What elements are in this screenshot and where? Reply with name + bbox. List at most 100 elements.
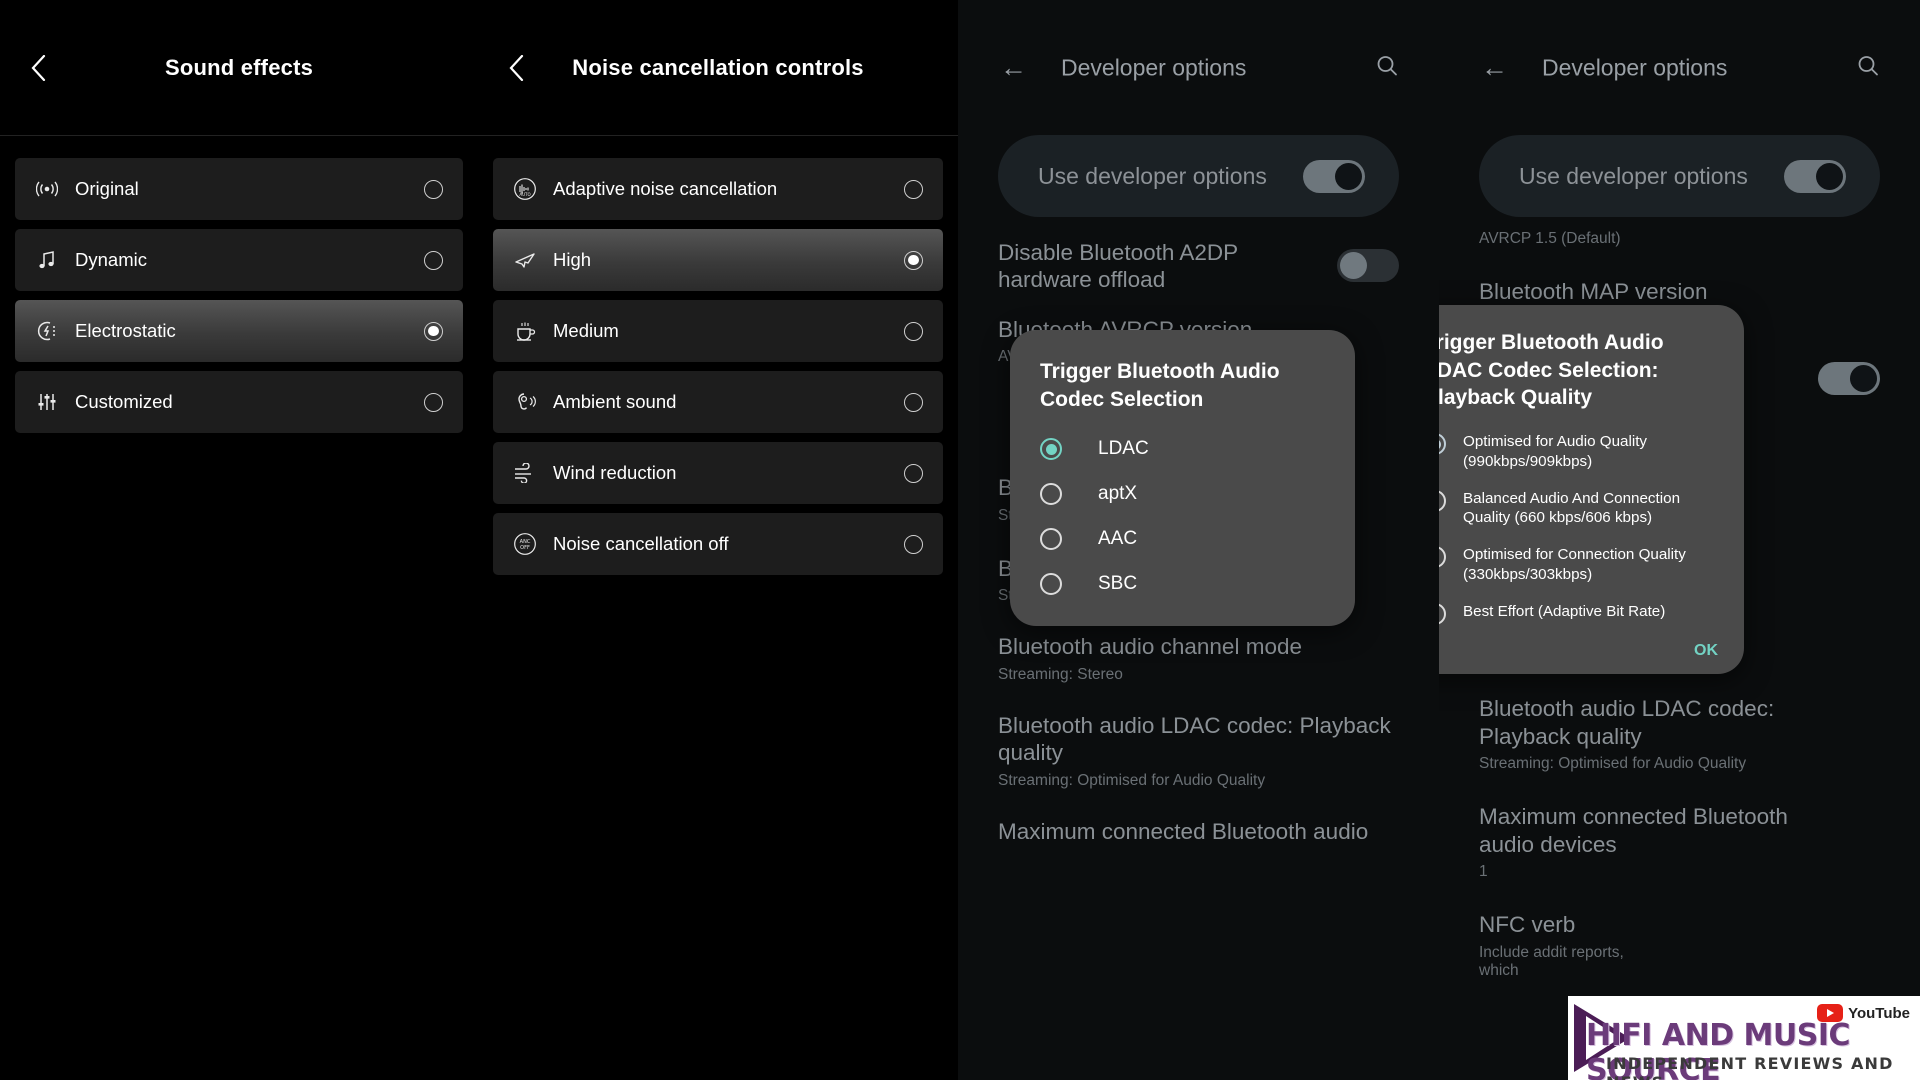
arrow-left-icon[interactable]: ← — [1000, 54, 1027, 81]
dialog-option[interactable]: AAC — [1040, 527, 1325, 552]
back-chevron-icon[interactable] — [496, 48, 536, 88]
list-item[interactable]: Ambient sound — [493, 371, 943, 433]
list-item-subtitle: Streaming: Optimised for Audio Quality — [1479, 755, 1747, 773]
list-item-title: Maximum connected Bluetooth audio — [998, 818, 1369, 844]
use-developer-options-toggle[interactable]: Use developer options — [998, 135, 1399, 217]
dialog-option-label: LDAC — [1098, 438, 1149, 460]
toggle-switch[interactable] — [1784, 159, 1846, 193]
back-chevron-icon[interactable] — [18, 48, 58, 88]
toggle-label: Use developer options — [1519, 162, 1748, 189]
radio-button[interactable] — [904, 250, 923, 270]
radio-button[interactable] — [904, 321, 923, 341]
list-item[interactable]: Bluetooth audio LDAC codec: Playback qua… — [998, 684, 1439, 790]
list-item-title: Maximum connected Bluetooth audio device… — [1479, 804, 1788, 857]
dialog-option-label: SBC — [1098, 572, 1138, 594]
anc-auto-icon: AUTO — [511, 177, 539, 201]
list-item[interactable]: Disable Bluetooth A2DP hardware offload — [998, 217, 1439, 294]
list-item[interactable]: AUTO Adaptive noise cancellation — [493, 158, 943, 220]
svg-text:OFF: OFF — [520, 545, 530, 551]
radio-button[interactable] — [424, 250, 443, 270]
radio-button[interactable] — [1040, 483, 1062, 506]
list-item-label: Medium — [553, 320, 619, 341]
noise-cancellation-list: AUTO Adaptive noise cancellation High Me… — [478, 136, 958, 575]
list-item[interactable]: Maximum connected Bluetooth audio — [998, 790, 1439, 845]
radio-button[interactable] — [1439, 546, 1446, 569]
coffee-cup-icon — [511, 320, 539, 342]
search-icon[interactable] — [1856, 53, 1880, 82]
dialog-option[interactable]: Best Effort (Adaptive Bit Rate) — [1439, 602, 1718, 625]
list-item-title: Bluetooth audio LDAC codec: Playback qua… — [998, 712, 1391, 766]
radio-button[interactable] — [1439, 489, 1446, 512]
dev-appbar: ← Developer options — [958, 0, 1439, 135]
radio-button[interactable] — [904, 463, 923, 483]
list-item-label: Dynamic — [75, 249, 147, 270]
arrow-left-icon[interactable]: ← — [1481, 54, 1508, 81]
radio-button[interactable] — [904, 179, 923, 199]
list-item-label: Ambient sound — [553, 391, 677, 412]
toggle-switch[interactable] — [1818, 362, 1880, 396]
ear-icon — [511, 391, 539, 413]
dialog-option[interactable]: Balanced Audio And Connection Quality (6… — [1439, 489, 1718, 529]
list-item-title: Bluetooth audio channel mode — [998, 634, 1302, 660]
panel-sound-effects: Sound effects Original Dynamic Electrost… — [0, 0, 478, 1080]
use-developer-options-toggle[interactable]: Use developer options — [1479, 135, 1880, 217]
radio-button[interactable] — [1040, 438, 1062, 461]
youtube-badge: YouTube — [1817, 1004, 1910, 1022]
radio-button[interactable] — [424, 179, 443, 199]
list-item[interactable]: High — [493, 229, 943, 291]
radio-button[interactable] — [904, 392, 923, 412]
list-item-label: Original — [75, 178, 139, 199]
anc-off-icon: ANC OFF — [511, 532, 539, 556]
panel-developer-options-ldac: ← Developer options Use developer option… — [1439, 0, 1920, 1080]
list-item-label: High — [553, 249, 592, 270]
ok-button[interactable]: OK — [1439, 642, 1718, 660]
list-item[interactable]: Original — [15, 158, 463, 220]
dialog-option[interactable]: Optimised for Connection Quality (330kbp… — [1439, 545, 1718, 585]
radio-button[interactable] — [424, 321, 443, 341]
equalizer-icon — [33, 393, 61, 411]
list-item-subtitle: Streaming: Optimised for Audio Quality — [998, 771, 1266, 789]
panel-developer-options-codec: ← Developer options Use developer option… — [958, 0, 1439, 1080]
list-item-title: NFC verb — [1479, 912, 1576, 938]
search-icon[interactable] — [1375, 53, 1399, 82]
radio-button[interactable] — [1040, 527, 1062, 550]
list-item[interactable]: Customized — [15, 371, 463, 433]
dialog-option-label: aptX — [1098, 483, 1138, 505]
noise-cancellation-appbar: ? Noise cancellation controls — [478, 0, 958, 135]
watermark: HIFI AND MUSIC SOURCE INDEPENDENT REVIEW… — [1568, 996, 1920, 1080]
radio-button[interactable] — [424, 392, 443, 412]
electrostatic-icon — [33, 321, 61, 341]
list-item-title: Bluetooth MAP version — [1479, 279, 1708, 304]
toggle-label: Use developer options — [1038, 162, 1267, 189]
youtube-play-icon — [1817, 1004, 1844, 1022]
list-item-title: Disable Bluetooth A2DP hardware offload — [998, 240, 1238, 293]
list-item[interactable]: ANC OFF Noise cancellation off — [493, 513, 943, 575]
list-item[interactable]: Maximum connected Bluetooth audio device… — [1479, 773, 1839, 881]
wind-icon — [511, 463, 539, 483]
dialog-option[interactable]: Optimised for Audio Quality (990kbps/909… — [1439, 432, 1718, 472]
list-item-subtitle: 1 — [1479, 863, 1488, 881]
dialog-option[interactable]: SBC — [1040, 572, 1325, 597]
dialog-option[interactable]: aptX — [1040, 482, 1325, 507]
list-item[interactable]: AVRCP 1.5 (Default) — [1479, 217, 1920, 248]
list-item[interactable]: Wind reduction — [493, 442, 943, 504]
list-item[interactable]: Medium — [493, 300, 943, 362]
list-item[interactable]: NFC verb Include addit reports, which — [1479, 881, 1679, 979]
screenshot-root: Sound effects Original Dynamic Electrost… — [0, 0, 1920, 1080]
list-item[interactable]: Dynamic — [15, 229, 463, 291]
list-item-label: Noise cancellation off — [553, 533, 729, 554]
list-item-subtitle: Include addit reports, which — [1479, 943, 1624, 979]
page-title: Sound effects — [164, 54, 314, 80]
list-item[interactable]: Electrostatic — [15, 300, 463, 362]
panel-noise-cancellation: ? Noise cancellation controls AUTO Adapt… — [478, 0, 958, 1080]
radio-button[interactable] — [1439, 602, 1446, 625]
toggle-switch[interactable] — [1337, 249, 1399, 282]
radio-button[interactable] — [904, 534, 923, 554]
dialog-option[interactable]: LDAC — [1040, 437, 1325, 462]
codec-selection-dialog: Trigger Bluetooth Audio Codec Selection … — [1010, 330, 1355, 627]
radio-button[interactable] — [1439, 433, 1446, 456]
page-title: Developer options — [1542, 54, 1728, 80]
dialog-title: Trigger Bluetooth Audio Codec Selection — [1040, 360, 1280, 411]
radio-button[interactable] — [1040, 572, 1062, 595]
toggle-switch[interactable] — [1303, 159, 1365, 193]
